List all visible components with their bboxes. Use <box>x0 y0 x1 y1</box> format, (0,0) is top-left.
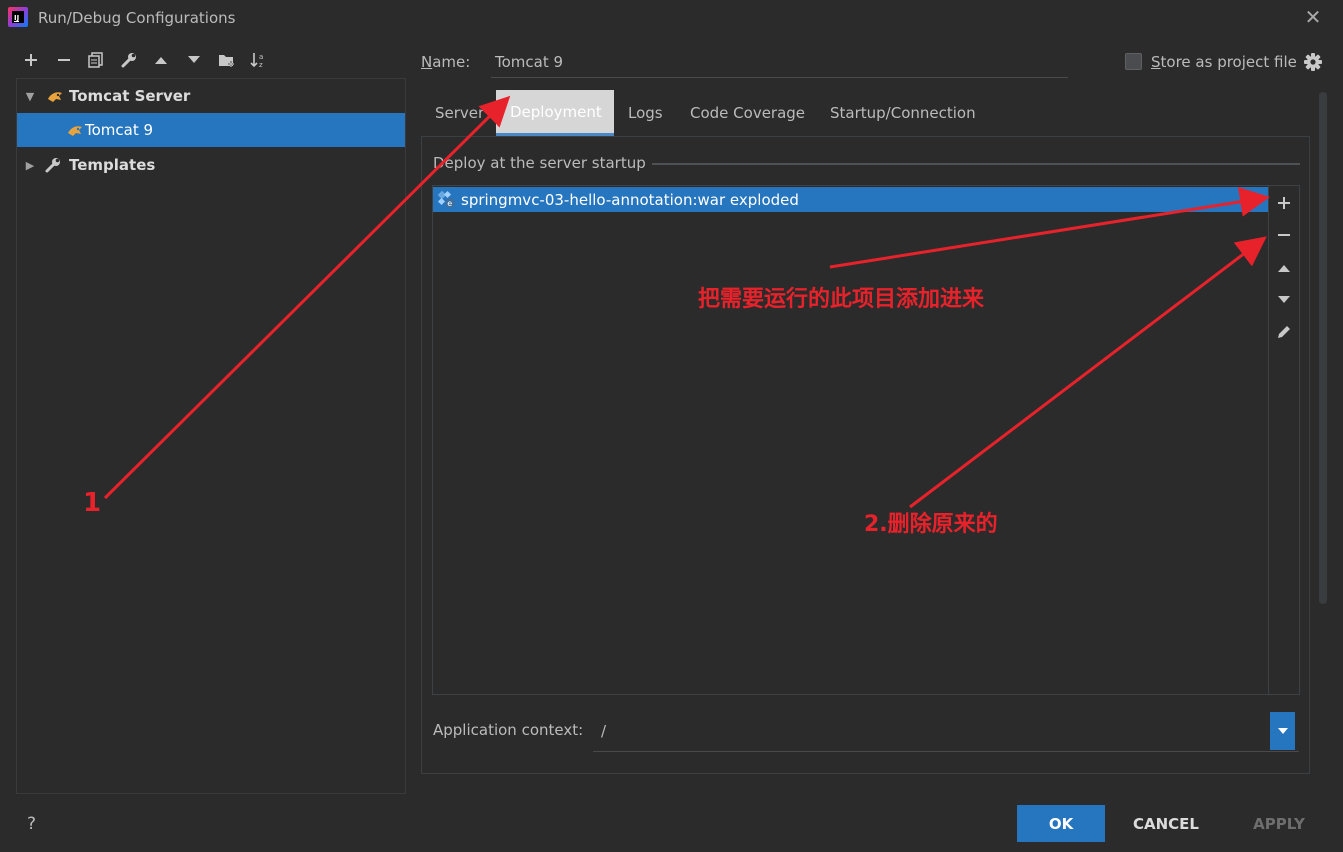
remove-icon[interactable] <box>1272 223 1296 247</box>
tab-deployment[interactable]: Deployment <box>496 90 614 136</box>
ok-button[interactable]: OK <box>1017 805 1105 842</box>
annotation-step-1: 1 <box>83 488 102 518</box>
close-icon[interactable]: ✕ <box>1302 6 1324 28</box>
tree-item-label: Tomcat Server <box>69 87 191 105</box>
move-down-icon[interactable] <box>182 49 206 71</box>
intellij-icon: IJ <box>8 7 28 27</box>
tomcat-icon <box>45 87 65 105</box>
application-context-field[interactable]: / <box>593 712 1299 752</box>
annotation-delete-note: 2.删除原来的 <box>864 512 998 537</box>
remove-icon[interactable] <box>52 49 76 71</box>
apply-button[interactable]: APPLY <box>1234 805 1324 842</box>
wrench-icon <box>43 156 63 174</box>
name-label: Name: <box>421 53 471 71</box>
move-up-icon[interactable] <box>149 49 173 71</box>
svg-text:e: e <box>447 199 452 208</box>
gear-icon[interactable] <box>1302 51 1324 73</box>
add-icon[interactable] <box>1272 191 1296 215</box>
collapse-triangle-icon[interactable]: ▶ <box>21 159 39 172</box>
edit-icon[interactable] <box>1272 320 1296 344</box>
move-up-icon[interactable] <box>1272 256 1296 280</box>
tab-startup-connection[interactable]: Startup/Connection <box>816 90 990 136</box>
store-as-project-checkbox[interactable] <box>1125 53 1142 70</box>
svg-text:a: a <box>259 53 263 61</box>
tab-server[interactable]: Server <box>421 90 498 136</box>
name-field[interactable]: Tomcat 9 <box>491 44 1068 78</box>
chevron-down-icon[interactable] <box>1270 712 1295 750</box>
sort-alpha-icon[interactable]: az <box>247 49 271 71</box>
section-divider <box>643 163 1300 165</box>
scrollbar[interactable] <box>1319 92 1327 604</box>
cancel-button[interactable]: CANCEL <box>1118 805 1214 842</box>
artifact-label: springmvc-03-hello-annotation:war explod… <box>461 190 799 209</box>
title-bar: IJ Run/Debug Configurations ✕ <box>0 0 1343 38</box>
store-as-project-label[interactable]: Store as project file <box>1151 53 1297 71</box>
tree-item-templates[interactable]: ▶ Templates <box>17 148 405 182</box>
tab-logs[interactable]: Logs <box>614 90 677 136</box>
tree-item-tomcat-9[interactable]: Tomcat 9 <box>17 113 405 147</box>
move-down-icon[interactable] <box>1272 288 1296 312</box>
new-folder-icon[interactable] <box>215 49 239 71</box>
section-title: Deploy at the server startup <box>433 154 652 172</box>
wrench-icon[interactable] <box>117 49 141 71</box>
svg-text:IJ: IJ <box>14 14 19 22</box>
list-item[interactable]: e springmvc-03-hello-annotation:war expl… <box>433 187 1268 212</box>
svg-text:z: z <box>259 61 263 69</box>
window-title: Run/Debug Configurations <box>38 9 236 27</box>
copy-icon[interactable] <box>84 49 108 71</box>
configuration-tree: ▼ Tomcat Server Tomcat 9 ▶ Templates <box>16 78 406 794</box>
application-context-label: Application context: <box>433 721 584 739</box>
add-icon[interactable] <box>19 49 43 71</box>
artifact-list[interactable] <box>432 185 1300 695</box>
tree-item-label: Tomcat 9 <box>85 121 154 139</box>
tree-item-tomcat-server[interactable]: ▼ Tomcat Server <box>17 79 405 113</box>
tree-item-label: Templates <box>69 156 156 174</box>
expand-triangle-icon[interactable]: ▼ <box>21 90 39 103</box>
tab-code-coverage[interactable]: Code Coverage <box>676 90 819 136</box>
tomcat-icon <box>65 121 85 139</box>
annotation-add-note: 把需要运行的此项目添加进来 <box>698 287 985 312</box>
help-button[interactable]: ? <box>27 814 36 834</box>
artifact-icon: e <box>435 190 459 210</box>
